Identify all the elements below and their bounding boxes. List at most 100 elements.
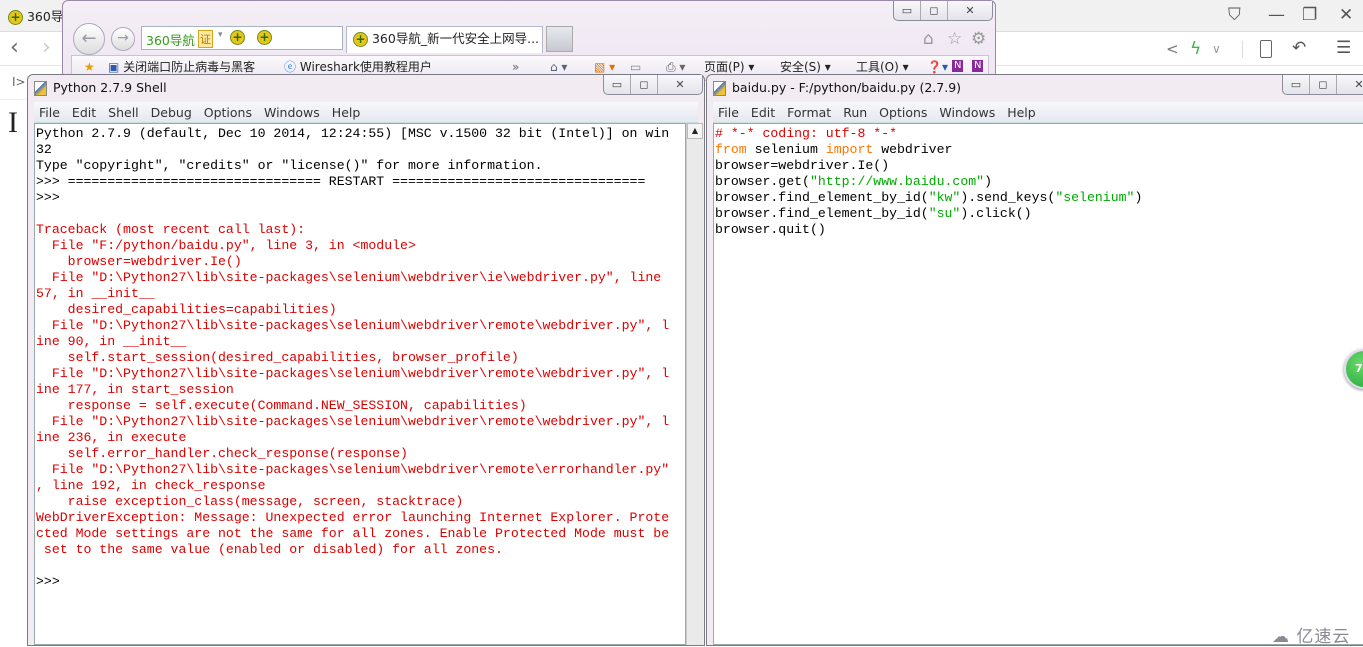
window-title: Python 2.7.9 Shell	[34, 79, 167, 97]
new-tab-button[interactable]	[546, 26, 573, 52]
shell-line: ine 177, in start_session	[36, 382, 234, 397]
menu-file[interactable]: File	[34, 102, 67, 122]
menu-file[interactable]: File	[713, 102, 746, 122]
shell-line: Python 2.7.9 (default, Dec 10 2014, 12:2…	[36, 126, 670, 141]
idle-app-icon	[713, 81, 726, 96]
shell-line: cted Mode settings are not the same for …	[36, 526, 670, 541]
refresh-icon[interactable]: +	[230, 30, 245, 45]
code-line: browser.get("http://www.baidu.com")	[715, 174, 1363, 190]
menu-options[interactable]: Options	[874, 102, 934, 122]
onenote-icon[interactable]: N	[972, 60, 984, 72]
shell-line: >>>	[36, 190, 68, 205]
ie-back-button[interactable]: ←	[73, 23, 105, 55]
ie-forward-button[interactable]: →	[111, 27, 135, 51]
code-token: # *-* coding: utf-8 *-*	[715, 126, 898, 141]
shell-output[interactable]: Python 2.7.9 (default, Dec 10 2014, 12:2…	[34, 123, 686, 645]
minimize-icon[interactable]: ▭	[604, 75, 631, 94]
code-token: browser.find_element_by_id(	[715, 190, 929, 205]
maximize-icon[interactable]: ◻	[921, 1, 948, 20]
mobile-icon[interactable]	[1260, 40, 1272, 58]
menu-options[interactable]: Options	[199, 102, 259, 122]
divider	[1242, 41, 1243, 58]
code-token: browser=webdriver.Ie()	[715, 158, 890, 173]
close-icon[interactable]: ✕	[1337, 75, 1363, 94]
certificate-badge[interactable]: 证	[198, 30, 213, 48]
code-token: browser.quit()	[715, 222, 826, 237]
shell-line: >>>	[36, 574, 68, 589]
restore-icon[interactable]: ❐	[1302, 5, 1317, 25]
background-page-text: I	[8, 106, 18, 139]
360-logo-icon: +	[8, 10, 23, 25]
favorites-star-icon[interactable]: ☆	[947, 29, 962, 49]
editor-window: baidu.py - F:/python/baidu.py (2.7.9) ▭ ◻…	[706, 74, 1363, 646]
home-icon[interactable]: ⌂	[923, 29, 934, 49]
speed-bolt-icon[interactable]: ϟ	[1190, 39, 1201, 59]
share-icon[interactable]: <	[1166, 39, 1179, 59]
ie-address-bar[interactable]: 360导航 证 ▾ + +	[141, 26, 343, 50]
onenote-icon[interactable]: N	[952, 60, 964, 72]
code-line: # *-* coding: utf-8 *-*	[715, 126, 1363, 142]
ie-tab[interactable]: + 360导航_新一代安全上网导... ✕	[346, 26, 543, 70]
shell-line: File "F:/python/baidu.py", line 3, in <m…	[36, 238, 416, 253]
code-token: "http://www.baidu.com"	[809, 174, 985, 189]
code-token: browser.get(	[715, 174, 810, 189]
close-icon[interactable]: ✕	[1339, 5, 1353, 25]
menu-run[interactable]: Run	[838, 102, 874, 122]
dropdown-icon[interactable]: ▾	[218, 30, 223, 40]
code-token: )	[1134, 190, 1143, 205]
menu-windows[interactable]: Windows	[934, 102, 1002, 122]
shell-line: File "D:\Python27\lib\site-packages\sele…	[36, 366, 670, 381]
code-token: selenium	[746, 142, 826, 157]
code-line: from selenium import webdriver	[715, 142, 1363, 158]
menu-debug[interactable]: Debug	[146, 102, 199, 122]
shell-line: File "D:\Python27\lib\site-packages\sele…	[36, 318, 670, 333]
code-line: browser.quit()	[715, 222, 1363, 238]
menu-format[interactable]: Format	[782, 102, 838, 122]
stop-icon[interactable]: +	[257, 30, 272, 45]
forward-icon[interactable]: ›	[42, 37, 51, 59]
maximize-icon[interactable]: ◻	[1310, 75, 1337, 94]
settings-gear-icon[interactable]: ⚙	[971, 29, 986, 49]
menu-help[interactable]: Help	[1002, 102, 1043, 122]
minimize-icon[interactable]: —	[1268, 5, 1285, 25]
chevron-down-icon[interactable]: ∨	[1212, 39, 1221, 59]
sidebar-toggle[interactable]: I>	[12, 75, 26, 89]
shell-line: Traceback (most recent call last):	[36, 222, 306, 237]
shell-line: self.start_session(desired_capabilities,…	[36, 350, 519, 365]
shell-line: 32	[36, 142, 52, 157]
scroll-up-arrow-icon[interactable]: ▲	[687, 123, 703, 139]
maximize-icon[interactable]: ◻	[631, 75, 658, 94]
window-controls: ▭ ◻ ✕	[1282, 75, 1363, 95]
editor-menubar: File Edit Format Run Options Windows Help	[713, 102, 1363, 123]
window-title: baidu.py - F:/python/baidu.py (2.7.9)	[713, 79, 961, 97]
background-tab[interactable]: + 360导	[8, 6, 63, 25]
menu-help[interactable]: Help	[327, 102, 368, 122]
close-icon[interactable]: ✕	[658, 75, 702, 94]
code-token: "su"	[928, 206, 961, 221]
code-editor[interactable]: # *-* coding: utf-8 *-* from selenium imp…	[713, 123, 1363, 645]
code-token: import	[825, 142, 874, 157]
shell-line: WebDriverException: Message: Unexpected …	[36, 510, 670, 525]
minimize-icon[interactable]: ▭	[894, 1, 921, 20]
menu-windows[interactable]: Windows	[259, 102, 327, 122]
skin-shirt-icon[interactable]: ⛉	[1228, 5, 1241, 25]
undo-icon[interactable]: ↶	[1292, 38, 1306, 58]
shell-line: File "D:\Python27\lib\site-packages\sele…	[36, 462, 670, 477]
shell-menubar: File Edit Shell Debug Options Windows Help	[34, 102, 698, 123]
menu-icon[interactable]: ☰	[1336, 38, 1351, 58]
shell-line: browser=webdriver.Ie()	[36, 254, 242, 269]
close-icon[interactable]: ✕	[948, 1, 992, 20]
window-controls: ▭ ◻ ✕	[603, 75, 703, 95]
shell-line: >>> ================================ RES…	[36, 174, 646, 189]
minimize-icon[interactable]: ▭	[1283, 75, 1310, 94]
menu-shell[interactable]: Shell	[103, 102, 146, 122]
code-token: ).send_keys(	[960, 190, 1056, 205]
back-icon[interactable]: ‹	[10, 37, 19, 59]
code-token: "selenium"	[1055, 190, 1135, 205]
menu-edit[interactable]: Edit	[746, 102, 782, 122]
shell-line: File "D:\Python27\lib\site-packages\sele…	[36, 270, 662, 285]
menu-edit[interactable]: Edit	[67, 102, 103, 122]
favorite-link-label: Wireshark使用教程用户	[299, 60, 432, 74]
vertical-scrollbar[interactable]: ▲	[686, 123, 703, 645]
